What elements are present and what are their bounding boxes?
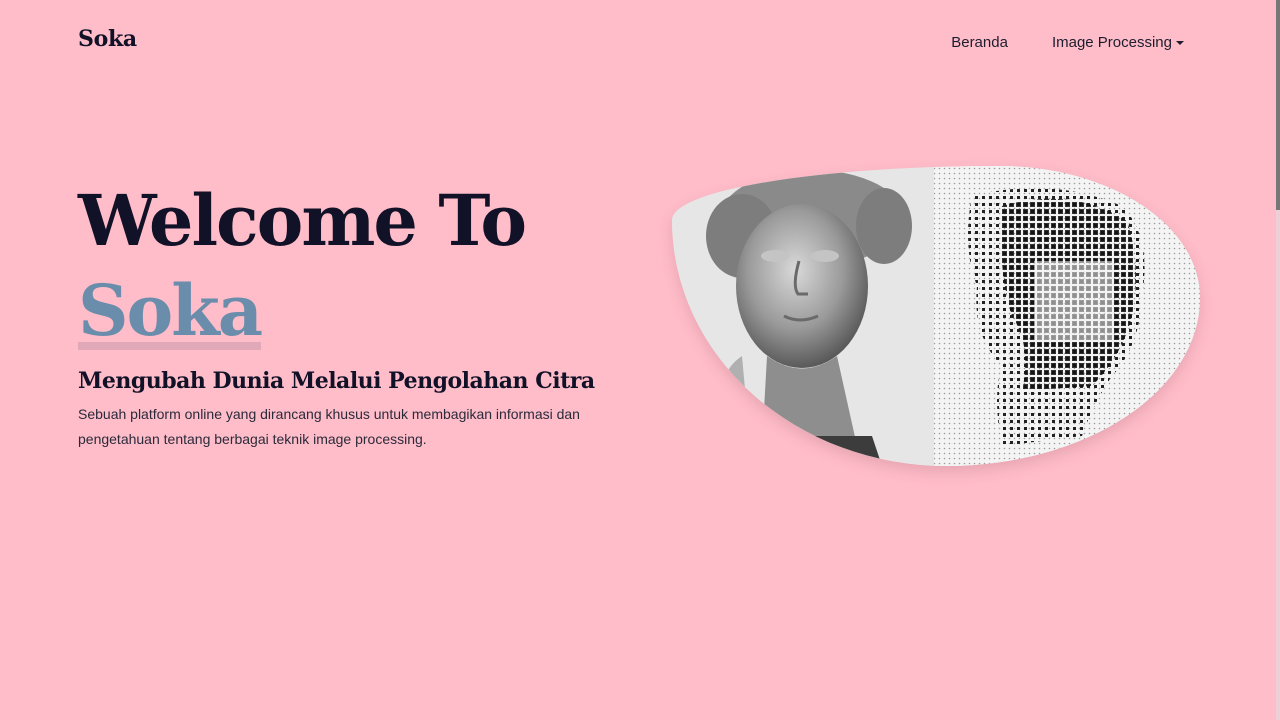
- nav-item-label: Beranda: [951, 34, 1008, 51]
- brand-logo[interactable]: Soka: [78, 26, 137, 52]
- hero-image-statue: [672, 166, 1200, 466]
- nav-links: Beranda Image Processing: [951, 34, 1184, 51]
- hero-subtitle: Mengubah Dunia Melalui Pengolahan Citra: [78, 368, 595, 394]
- scrollbar-thumb[interactable]: [1276, 0, 1280, 210]
- page-scrollbar[interactable]: [1276, 0, 1280, 720]
- hero-title-brand: Soka: [78, 266, 263, 356]
- hero-title: Welcome To Soka: [78, 176, 527, 356]
- nav-item-label: Image Processing: [1051, 34, 1172, 51]
- nav-item-beranda[interactable]: Beranda: [951, 34, 1008, 51]
- navbar: Soka Beranda Image Processing: [78, 24, 1184, 60]
- caret-down-icon: [1176, 40, 1184, 45]
- hero-title-line1: Welcome To: [78, 179, 527, 262]
- nav-item-image-processing[interactable]: Image Processing: [1052, 34, 1184, 51]
- hero-description: Sebuah platform online yang dirancang kh…: [78, 406, 580, 447]
